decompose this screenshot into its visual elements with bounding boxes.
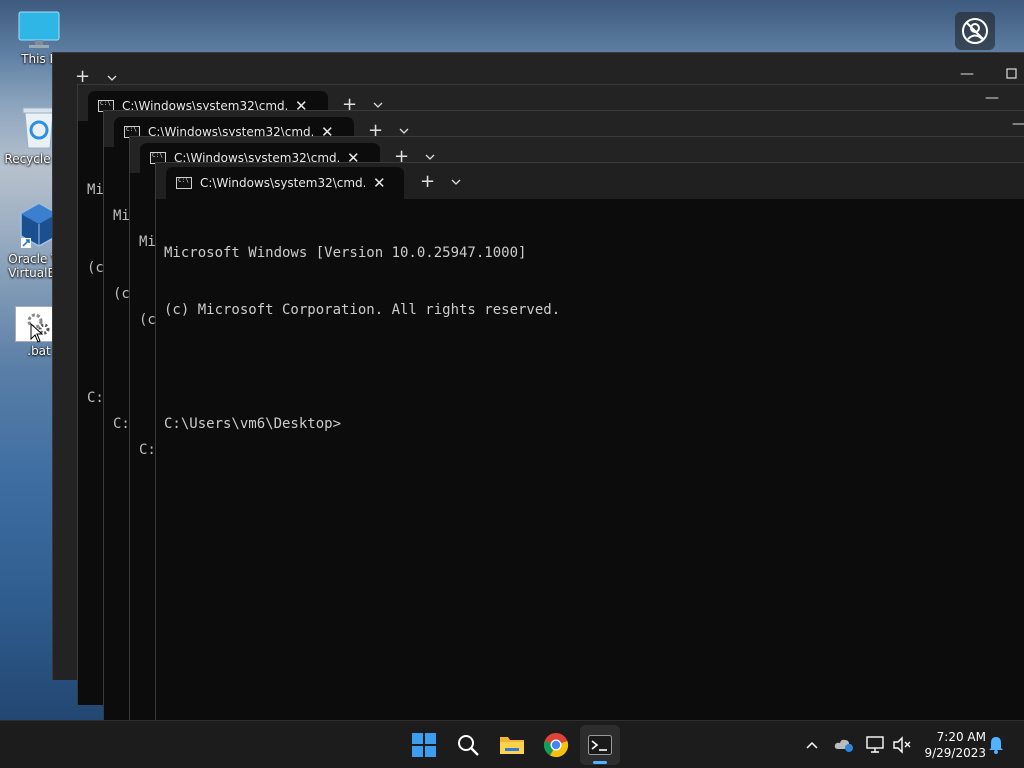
file-explorer-button[interactable] <box>492 725 532 765</box>
user-avatar-icon <box>962 18 988 44</box>
new-tab-button[interactable]: + <box>420 173 435 191</box>
volume-tray-icon[interactable] <box>890 733 914 757</box>
active-app-indicator <box>593 761 607 764</box>
folder-icon <box>500 737 524 754</box>
taskbar: 7:20 AM 9/29/2023 <box>0 720 1024 768</box>
start-button[interactable] <box>404 725 444 765</box>
chrome-icon <box>543 733 569 758</box>
minimize-button[interactable]: — <box>960 67 974 81</box>
terminal-line: (c) Microsoft Corporation. All rights re… <box>164 302 561 318</box>
clock-time: 7:20 AM <box>936 730 986 744</box>
chevron-up-icon <box>806 741 818 749</box>
close-tab-button[interactable]: ✕ <box>373 175 386 191</box>
tab-cmd-active[interactable]: C:\Windows\system32\cmd.e: ✕ <box>166 167 404 199</box>
search-icon <box>458 735 479 756</box>
terminal-window-front[interactable]: C:\Windows\system32\cmd.e: ✕ + Microsoft… <box>155 162 1024 720</box>
network-icon <box>866 736 884 753</box>
tab-title: C:\Windows\system32\cmd.e: <box>200 176 365 190</box>
cloud-icon <box>834 739 853 752</box>
account-button[interactable] <box>955 12 995 50</box>
speaker-muted-icon <box>893 736 911 754</box>
search-button[interactable] <box>448 725 488 765</box>
onedrive-tray-icon[interactable] <box>832 733 856 757</box>
maximize-button[interactable] <box>1006 68 1017 79</box>
terminal-button[interactable] <box>580 725 620 765</box>
show-hidden-icons-button[interactable] <box>800 733 824 757</box>
terminal-line: Microsoft Windows [Version 10.0.25947.10… <box>164 245 527 261</box>
minimize-button[interactable]: — <box>1012 117 1024 131</box>
terminal-output[interactable]: Microsoft Windows [Version 10.0.25947.10… <box>164 206 560 472</box>
chrome-button[interactable] <box>536 725 576 765</box>
desktop-icon-label: .bat <box>27 344 51 358</box>
mouse-cursor-icon <box>30 323 44 343</box>
monitor-icon <box>18 11 60 48</box>
cmd-icon <box>176 177 192 189</box>
terminal-icon <box>588 735 612 755</box>
terminal-prompt: C:\Users\vm6\Desktop> <box>164 416 342 432</box>
clock-date: 9/29/2023 <box>924 746 986 760</box>
chevron-down-icon[interactable] <box>106 72 118 84</box>
chevron-down-icon[interactable] <box>450 176 462 188</box>
network-tray-icon[interactable] <box>864 733 888 757</box>
notifications-button[interactable] <box>984 733 1008 757</box>
windows-logo-icon <box>412 733 436 757</box>
minimize-button[interactable]: — <box>985 91 999 105</box>
clock[interactable]: 7:20 AM 9/29/2023 <box>918 729 986 761</box>
bell-icon <box>989 737 1003 754</box>
